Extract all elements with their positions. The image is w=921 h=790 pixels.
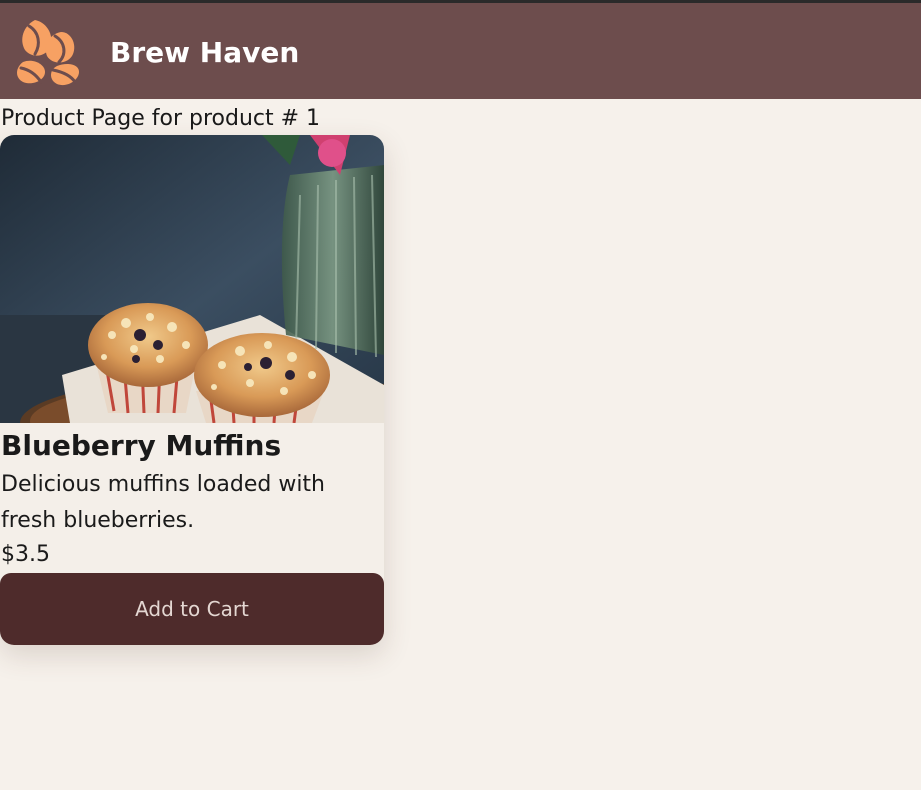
coffee-beans-icon[interactable] xyxy=(13,18,83,86)
product-price: $3.5 xyxy=(1,542,50,567)
site-header: Brew Haven xyxy=(0,3,921,99)
product-image xyxy=(0,135,384,423)
page-heading: Product Page for product # 1 xyxy=(1,106,321,131)
product-name: Blueberry Muffins xyxy=(1,429,282,462)
product-description: Delicious muffins loaded with fresh blue… xyxy=(1,472,325,533)
brand-title[interactable]: Brew Haven xyxy=(110,36,299,70)
product-card: Blueberry Muffins Delicious muffins load… xyxy=(0,135,384,645)
add-to-cart-button[interactable]: Add to Cart xyxy=(0,573,384,645)
